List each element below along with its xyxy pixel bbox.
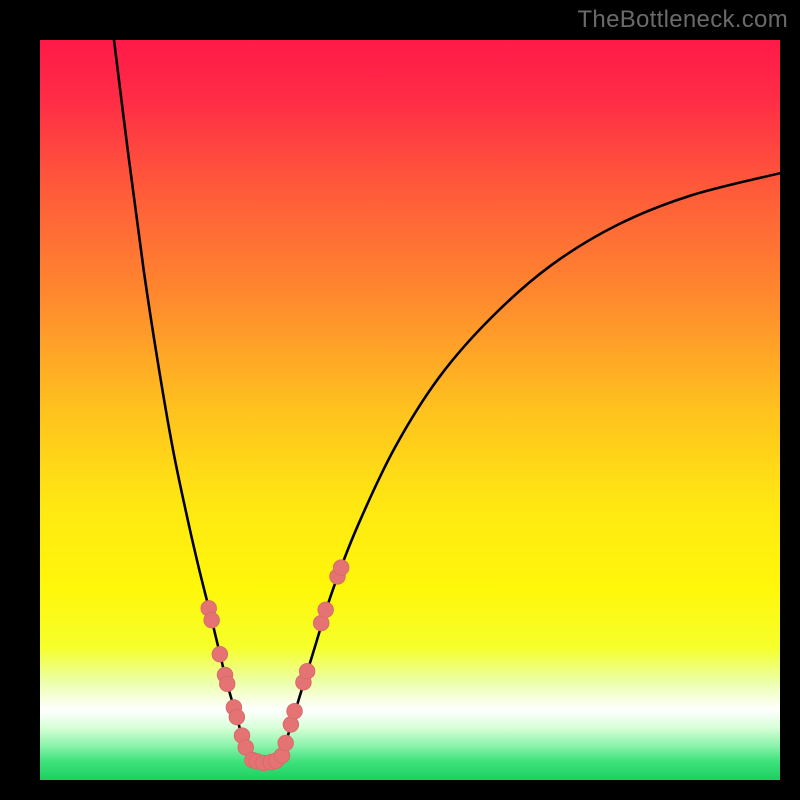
highlight-dot: [318, 602, 334, 618]
chart-frame: TheBottleneck.com: [0, 0, 800, 800]
watermark-text: TheBottleneck.com: [577, 6, 788, 34]
highlight-dot: [278, 735, 294, 751]
highlight-dot: [299, 663, 315, 679]
highlight-dot: [229, 709, 245, 725]
highlight-dot: [333, 560, 349, 576]
highlight-dot: [212, 646, 228, 662]
plot-area: [40, 40, 780, 780]
curve-layer: [40, 40, 780, 780]
highlight-dot: [204, 612, 220, 628]
highlight-dot: [219, 676, 235, 692]
highlight-dot: [287, 703, 303, 719]
